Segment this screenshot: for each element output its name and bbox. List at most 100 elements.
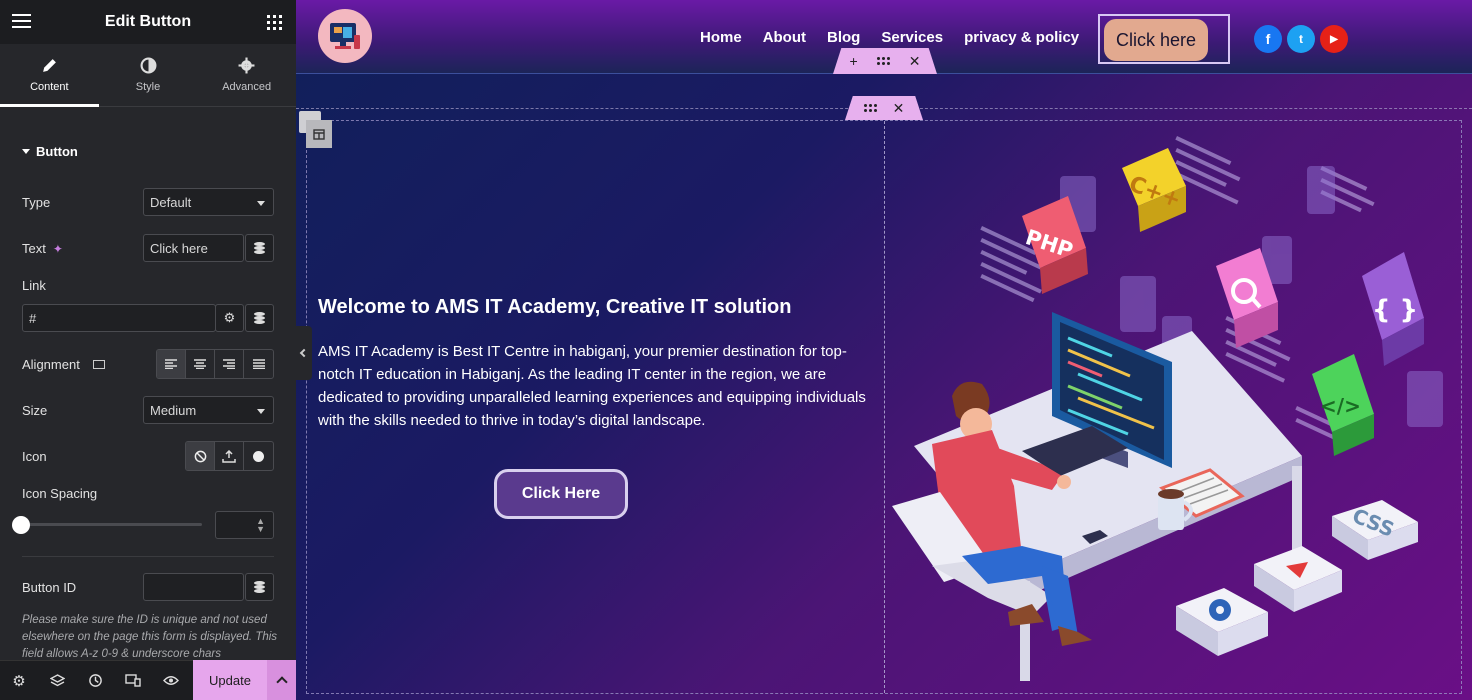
button-id-help-text: Please make sure the ID is unique and no…	[22, 614, 278, 660]
icon-label: Icon	[22, 449, 47, 464]
icon-spacing-label-text: Icon Spacing	[22, 486, 98, 501]
circle-icon[interactable]	[244, 442, 273, 470]
stepper-icon[interactable]: ▲ ▼	[256, 517, 265, 534]
youtube-icon[interactable]: ▶	[1320, 25, 1348, 53]
link-label-text: Link	[22, 278, 46, 293]
panel-header: Edit Button	[0, 0, 296, 44]
column-handle[interactable]	[306, 120, 332, 148]
nav-blog[interactable]: Blog	[827, 29, 860, 46]
code-cube: </>	[1312, 354, 1374, 456]
size-select-value: Medium	[150, 402, 197, 418]
button-id-label: Button ID	[22, 580, 76, 595]
gear-icon: ⚙	[223, 310, 236, 325]
dynamic-tags-button[interactable]	[245, 234, 274, 262]
align-justify-icon[interactable]	[244, 350, 273, 378]
developer-illustration: C++ PHP { } </> CSS	[892, 136, 1443, 681]
history-icon[interactable]	[76, 661, 114, 700]
link-input[interactable]: #	[22, 304, 216, 332]
divider	[22, 556, 274, 557]
hero-click-here-button[interactable]: Click Here	[494, 469, 628, 519]
widgets-grid-icon[interactable]	[267, 15, 282, 30]
ai-sparkle-icon[interactable]: ✦	[53, 242, 63, 256]
icon-spacing-number-input[interactable]: ▲ ▼	[215, 511, 274, 539]
css-cube: CSS	[1332, 500, 1418, 560]
update-options-button[interactable]	[267, 660, 296, 700]
svg-text:</>: </>	[1320, 394, 1361, 418]
column-divider	[884, 121, 885, 693]
tab-content[interactable]: Content	[0, 44, 99, 107]
link-options-button[interactable]: ⚙	[215, 304, 244, 332]
twitter-icon[interactable]: t	[1287, 25, 1315, 53]
nav-privacy-policy[interactable]: privacy & policy	[964, 29, 1079, 46]
main-nav: Home About Blog Services privacy & polic…	[700, 29, 1100, 46]
database-icon	[254, 581, 265, 593]
preview-eye-icon[interactable]	[152, 661, 190, 700]
type-select[interactable]: Default	[143, 188, 274, 216]
menu-icon[interactable]	[12, 14, 31, 28]
tab-style-label: Style	[135, 81, 161, 93]
container-toolbar: ✕	[845, 96, 923, 120]
contrast-icon	[140, 57, 156, 74]
size-label-text: Size	[22, 403, 48, 418]
no-icon-icon[interactable]	[186, 442, 215, 470]
alignment-label-text: Alignment	[22, 357, 80, 372]
size-select[interactable]: Medium	[143, 396, 274, 424]
text-input-value: Click here	[150, 240, 208, 256]
nav-home[interactable]: Home	[700, 29, 742, 46]
layers-icon[interactable]	[38, 661, 76, 700]
tab-advanced[interactable]: Advanced	[197, 44, 296, 106]
align-right-icon[interactable]	[215, 350, 244, 378]
update-button[interactable]: Update	[193, 660, 267, 700]
text-label: Text ✦	[22, 241, 63, 256]
add-section-icon[interactable]: +	[850, 53, 858, 69]
delete-section-icon[interactable]: ✕	[909, 53, 921, 70]
alignment-group	[156, 349, 274, 379]
align-center-icon[interactable]	[186, 350, 215, 378]
section-toolbar: + ✕	[833, 48, 937, 74]
delete-container-icon[interactable]: ✕	[893, 100, 905, 117]
responsive-icon[interactable]	[114, 661, 152, 700]
link-dynamic-button[interactable]	[245, 304, 274, 332]
gear-cube	[1176, 588, 1268, 656]
text-input[interactable]: Click here	[143, 234, 244, 262]
link-input-value: #	[29, 310, 37, 326]
desktop-icon[interactable]	[92, 360, 105, 369]
section-title: Button	[36, 144, 78, 159]
drag-handle-icon[interactable]	[876, 57, 890, 65]
collapse-panel-button[interactable]	[296, 326, 312, 380]
chevron-down-icon	[257, 201, 265, 206]
upload-icon[interactable]	[215, 442, 244, 470]
button-id-dynamic-button[interactable]	[245, 573, 274, 601]
icon-choice-group	[185, 441, 274, 471]
panel-title: Edit Button	[104, 13, 192, 30]
cpp-cube: C++	[1122, 148, 1186, 232]
tab-content-label: Content	[30, 81, 69, 93]
database-icon	[254, 242, 265, 254]
header-click-here-button[interactable]: Click here	[1104, 19, 1208, 61]
tab-advanced-label: Advanced	[222, 81, 272, 93]
app-root: Edit Button Content Style Advanced Butto…	[0, 0, 1472, 700]
braces-cube: { }	[1362, 252, 1424, 366]
icon-spacing-track[interactable]	[22, 523, 202, 526]
tab-style[interactable]: Style	[99, 44, 198, 106]
align-left-icon[interactable]	[157, 350, 186, 378]
button-id-label-text: Button ID	[22, 580, 77, 595]
header-button-selection: Click here	[1098, 14, 1230, 64]
type-select-value: Default	[150, 194, 192, 210]
facebook-icon[interactable]: f	[1254, 25, 1282, 53]
button-id-input[interactable]	[143, 573, 244, 601]
text-label-text: Text	[22, 241, 46, 256]
type-label-text: Type	[22, 195, 51, 210]
drag-handle-icon[interactable]	[863, 104, 877, 112]
nav-services[interactable]: Services	[881, 29, 943, 46]
icon-spacing-handle[interactable]	[12, 516, 30, 534]
settings-icon[interactable]: ⚙	[0, 661, 38, 700]
nav-about[interactable]: About	[763, 29, 806, 46]
icon-spacing-label: Icon Spacing	[22, 486, 97, 501]
section-button-toggle[interactable]: Button	[22, 144, 78, 159]
panel-tabs: Content Style Advanced	[0, 44, 296, 107]
play-cube	[1254, 546, 1342, 612]
page-canvas: Home About Blog Services privacy & polic…	[296, 0, 1472, 700]
svg-text:{ }: { }	[1372, 295, 1418, 325]
site-logo[interactable]	[318, 9, 372, 63]
